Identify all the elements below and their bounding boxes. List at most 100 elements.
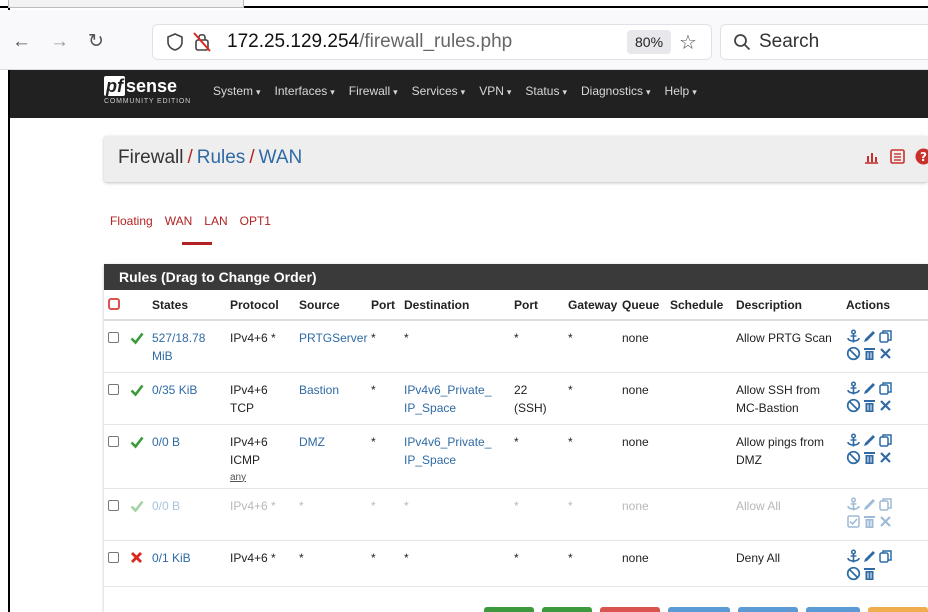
add-button[interactable] xyxy=(542,607,592,612)
interface-tabs: Floating WAN LAN OPT1 xyxy=(110,214,271,228)
schedule-value xyxy=(666,320,732,373)
anchor-icon[interactable] xyxy=(846,496,861,512)
source-value[interactable]: Bastion xyxy=(299,383,339,397)
menu-system[interactable]: System ▾ xyxy=(213,84,261,98)
pencil-icon[interactable] xyxy=(862,381,877,396)
x-icon[interactable] xyxy=(878,514,893,529)
states-link[interactable]: 527/18.78 MiB xyxy=(152,331,205,363)
url-bar[interactable]: 172.25.129.254/firewall_rules.php 80% ☆ xyxy=(152,24,712,60)
table-row[interactable]: 0/1 KiB IPv4+6 * * * * * * none Deny All xyxy=(104,540,928,587)
block-x-icon xyxy=(131,551,142,563)
x-icon[interactable] xyxy=(878,346,893,361)
menu-interfaces[interactable]: Interfaces ▾ xyxy=(275,84,335,98)
list-icon[interactable] xyxy=(889,148,906,165)
tab-opt1[interactable]: OPT1 xyxy=(240,214,271,228)
destination-value[interactable]: IPv4v6_Private_ IP_Space xyxy=(404,383,491,415)
ban-icon[interactable] xyxy=(846,398,861,413)
select-all-checkbox-cell[interactable] xyxy=(104,290,126,321)
breadcrumb-wan[interactable]: WAN xyxy=(259,147,303,168)
copy-button[interactable] xyxy=(738,607,798,612)
row-checkbox[interactable] xyxy=(108,551,119,563)
source-value[interactable]: PRTGServer xyxy=(299,331,367,345)
forward-arrow-icon[interactable]: → xyxy=(50,32,69,51)
states-link[interactable]: 0/1 KiB xyxy=(152,551,191,565)
browser-tab[interactable] xyxy=(8,0,244,8)
more-button[interactable] xyxy=(868,607,928,612)
pencil-icon[interactable] xyxy=(862,329,877,344)
x-icon[interactable] xyxy=(878,398,893,413)
reload-icon[interactable]: ↻ xyxy=(88,32,104,51)
select-all-checkbox[interactable] xyxy=(108,298,120,310)
url-path: /firewall_rules.php xyxy=(359,31,513,52)
chart-icon[interactable] xyxy=(863,148,880,165)
menu-diagnostics[interactable]: Diagnostics ▾ xyxy=(581,84,651,98)
menu-help[interactable]: Help ▾ xyxy=(665,84,697,98)
trash-icon[interactable] xyxy=(862,398,877,413)
menu-firewall[interactable]: Firewall ▾ xyxy=(349,84,398,98)
pencil-icon[interactable] xyxy=(862,433,877,448)
states-link[interactable]: 0/35 KiB xyxy=(152,383,197,397)
table-row[interactable]: 527/18.78 MiB IPv4+6 * PRTGServer * * * * none Al… xyxy=(104,320,928,373)
col-protocol: Protocol xyxy=(226,290,295,321)
copy-icon[interactable] xyxy=(878,497,893,512)
save-button[interactable] xyxy=(484,607,534,612)
insecure-lock-icon[interactable] xyxy=(193,32,211,52)
row-checkbox[interactable] xyxy=(108,499,119,511)
trash-icon[interactable] xyxy=(862,514,877,529)
table-row[interactable]: 0/35 KiB IPv4+6 TCP Bastion * IPv4v6_Private_… xyxy=(104,372,928,425)
destination-value[interactable]: IPv4v6_Private_ IP_Space xyxy=(404,435,491,467)
breadcrumb-rules[interactable]: Rules xyxy=(197,147,246,168)
menu-services[interactable]: Services ▾ xyxy=(412,84,466,98)
states-link[interactable]: 0/0 B xyxy=(152,499,180,513)
col-gateway: Gateway xyxy=(564,290,618,321)
delete-button[interactable] xyxy=(600,607,660,612)
table-row[interactable]: 0/0 B IPv4+6 ICMP any DMZ * IPv4v6_Private_ IP_… xyxy=(104,424,928,489)
ban-icon[interactable] xyxy=(846,346,861,361)
menu-status[interactable]: Status ▾ xyxy=(525,84,567,98)
icmp-type-note[interactable]: any xyxy=(230,469,291,487)
row-checkbox[interactable] xyxy=(108,332,119,343)
table-row[interactable]: 0/0 B IPv4+6 * * * * * * none Allow All xyxy=(104,488,928,541)
dest-port-value: * xyxy=(514,550,519,565)
menu-vpn[interactable]: VPN ▾ xyxy=(479,84,511,98)
toggle-button[interactable] xyxy=(668,607,730,612)
tab-floating[interactable]: Floating xyxy=(110,214,153,228)
dest-port-value: * xyxy=(514,331,519,345)
col-source: Source xyxy=(295,290,367,321)
back-arrow-icon[interactable]: ← xyxy=(12,32,31,51)
search-input[interactable]: Search xyxy=(720,24,928,60)
pencil-icon[interactable] xyxy=(862,497,877,512)
row-checkbox[interactable] xyxy=(108,435,119,447)
shield-icon[interactable] xyxy=(167,33,183,51)
url-text[interactable]: 172.25.129.254/firewall_rules.php xyxy=(227,31,512,53)
queue-value: none xyxy=(618,540,666,587)
separator-button[interactable] xyxy=(806,607,860,612)
help-icon[interactable]: ? xyxy=(915,148,928,165)
pencil-icon[interactable] xyxy=(862,549,877,564)
source-value[interactable]: DMZ xyxy=(299,435,325,449)
copy-icon[interactable] xyxy=(878,381,893,396)
check-icon[interactable] xyxy=(846,514,861,529)
tab-lan[interactable]: LAN xyxy=(204,214,227,228)
copy-icon[interactable] xyxy=(878,549,893,564)
col-dest-port: Port xyxy=(510,290,564,321)
tab-wan[interactable]: WAN xyxy=(165,214,193,228)
trash-icon[interactable] xyxy=(862,346,877,361)
zoom-level-badge[interactable]: 80% xyxy=(627,30,672,54)
row-checkbox[interactable] xyxy=(108,383,119,395)
anchor-icon[interactable] xyxy=(846,432,861,448)
states-link[interactable]: 0/0 B xyxy=(152,435,180,449)
x-icon[interactable] xyxy=(878,450,893,465)
ban-icon[interactable] xyxy=(846,566,861,581)
pfsense-logo[interactable]: pf sense COMMUNITY EDITION xyxy=(104,76,191,105)
copy-icon[interactable] xyxy=(878,433,893,448)
anchor-icon[interactable] xyxy=(846,548,861,564)
bookmark-star-icon[interactable]: ☆ xyxy=(679,30,697,55)
anchor-icon[interactable] xyxy=(846,329,861,344)
copy-icon[interactable] xyxy=(878,329,893,344)
trash-icon[interactable] xyxy=(862,450,877,465)
trash-icon[interactable] xyxy=(862,566,877,581)
anchor-icon[interactable] xyxy=(846,380,861,396)
ban-icon[interactable] xyxy=(846,450,861,465)
gateway-value: * xyxy=(564,320,618,373)
